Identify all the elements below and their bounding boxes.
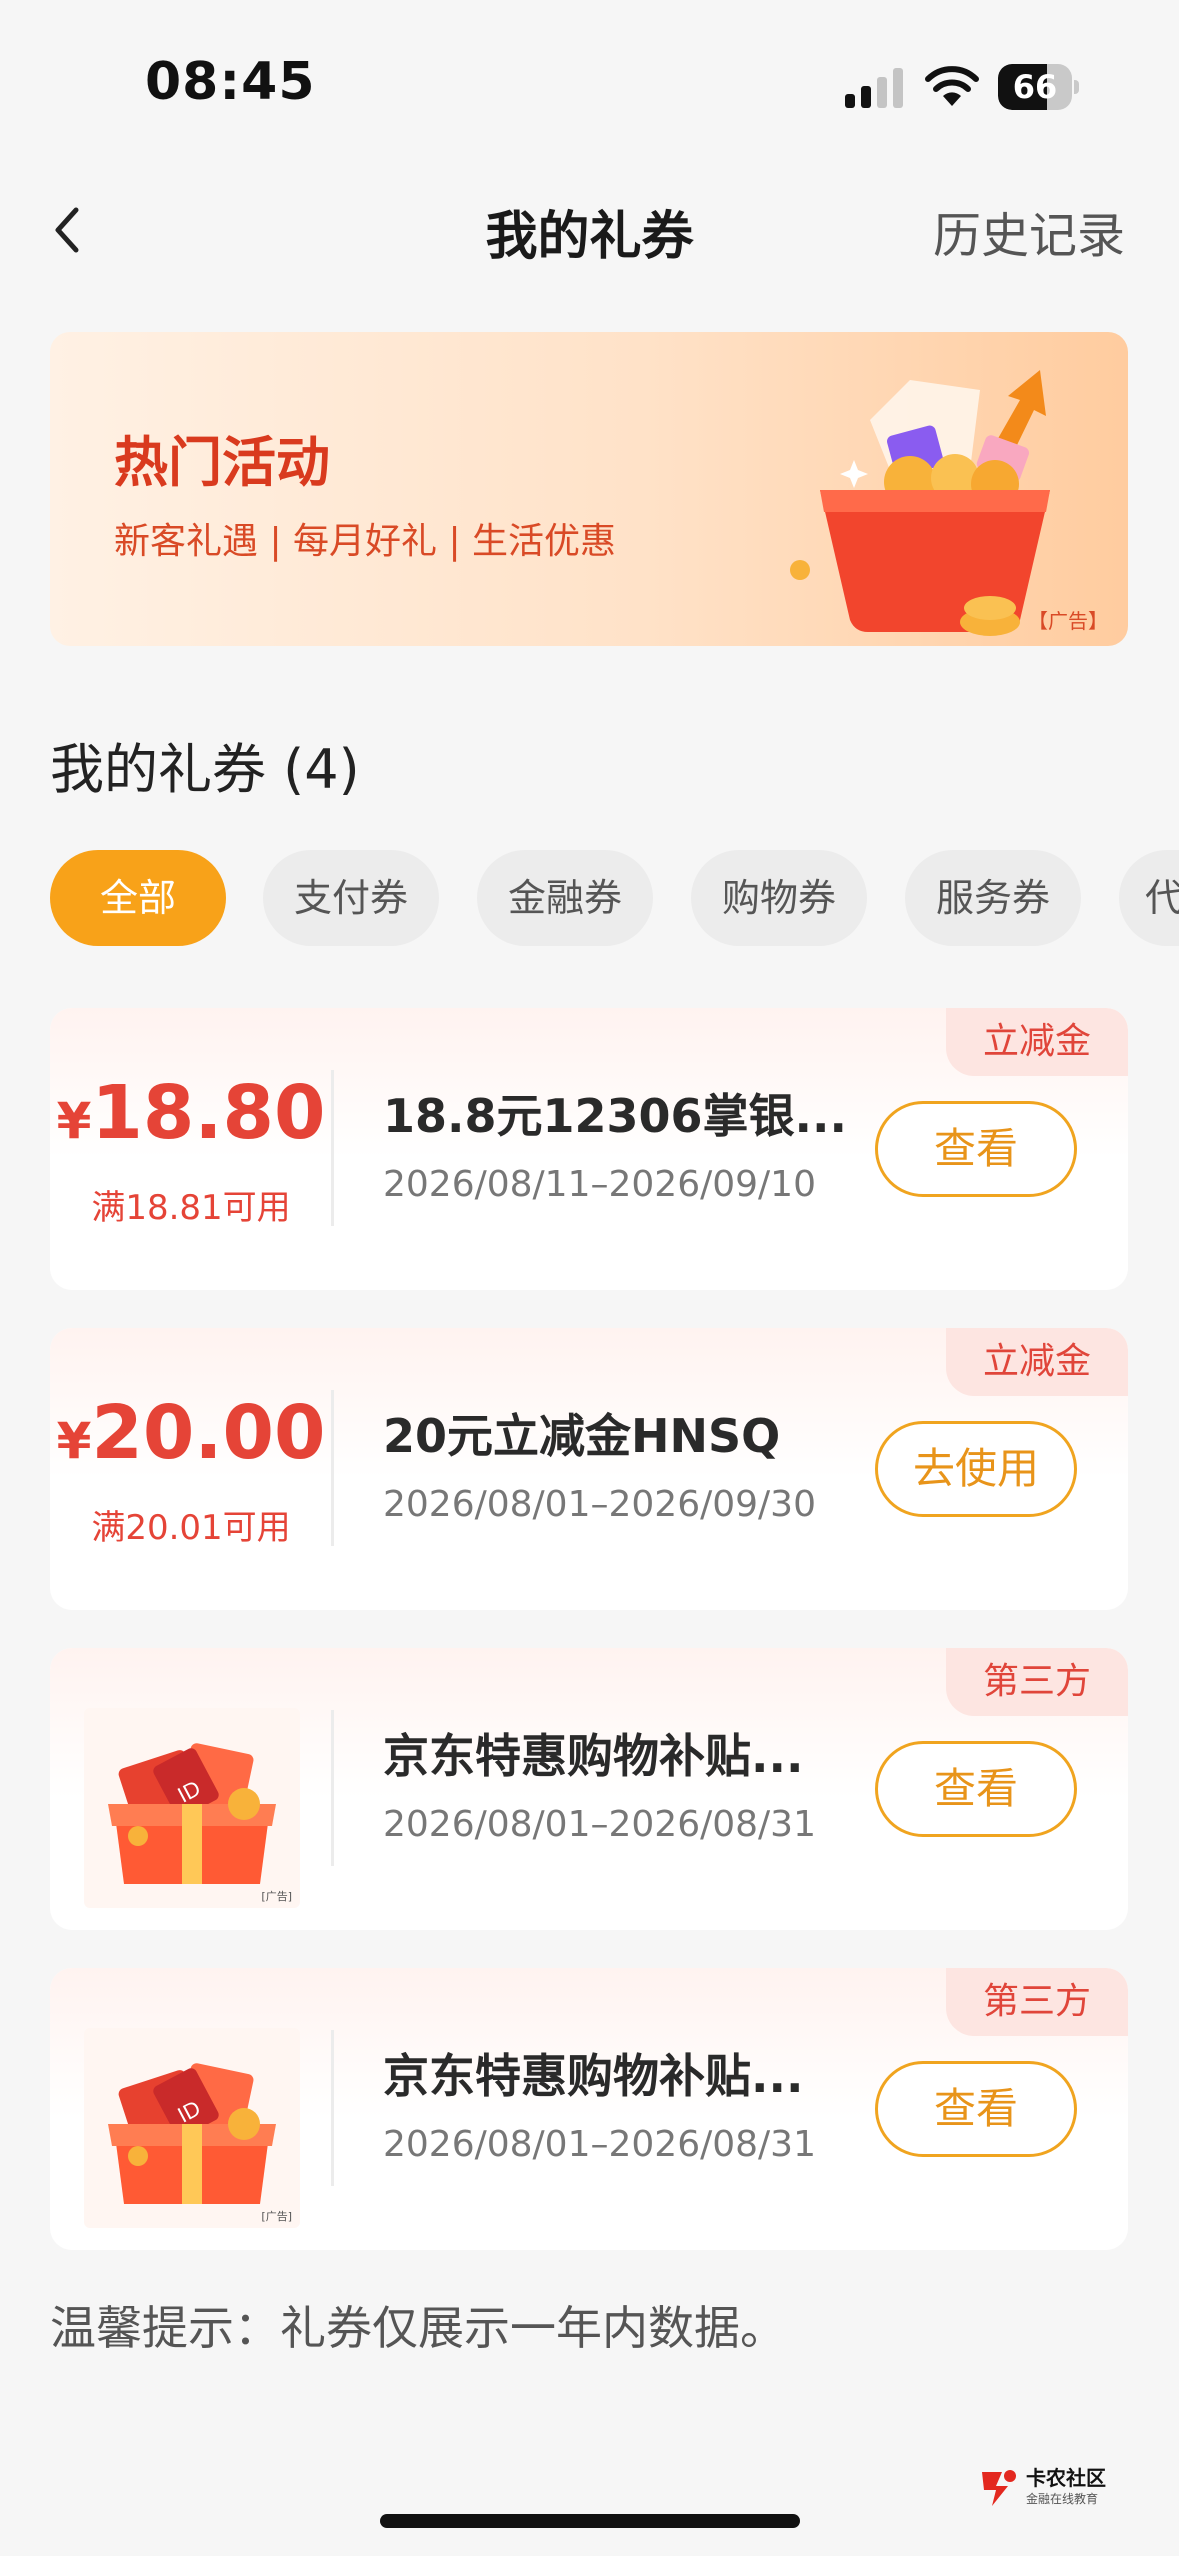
divider: [331, 1390, 334, 1546]
coupon-card[interactable]: 立减金 ¥18.80 满18.81可用 18.8元12306掌银... 2026…: [50, 1008, 1128, 1290]
coupon-condition: 满18.81可用: [91, 1188, 291, 1228]
watermark-subtext: 金融在线教育: [1026, 2492, 1099, 2506]
tab-payment[interactable]: 支付券: [263, 850, 439, 946]
battery-icon: 66: [998, 64, 1079, 110]
watermark-text: 卡农社区: [1026, 2466, 1106, 2490]
gift-box-icon: ID [广告]: [84, 2028, 300, 2228]
category-tabs: 全部 支付券 金融券 购物券 服务券 代: [50, 850, 1179, 946]
view-button[interactable]: 查看: [875, 2061, 1077, 2157]
coupon-validity: 2026/08/01–2026/08/31: [383, 1804, 816, 1845]
coupon-type-tag: 第三方: [946, 1968, 1128, 2036]
coupon-name: 京东特惠购物补贴...: [383, 1729, 804, 1783]
nav-bar: 我的礼券 历史记录: [0, 170, 1179, 290]
coupon-type-tag: 第三方: [946, 1648, 1128, 1716]
gift-basket-illustration-icon: [790, 370, 1050, 636]
tab-all[interactable]: 全部: [50, 850, 226, 946]
banner-subtitle: 新客礼遇 | 每月好礼 | 生活优惠: [114, 521, 617, 562]
history-records-link[interactable]: 历史记录: [933, 196, 1125, 266]
coupon-card[interactable]: 立减金 ¥20.00 满20.01可用 20元立减金HNSQ 2026/08/0…: [50, 1328, 1128, 1610]
coupon-validity: 2026/08/01–2026/09/30: [383, 1484, 816, 1525]
tab-service[interactable]: 服务券: [905, 850, 1081, 946]
tab-shopping[interactable]: 购物券: [691, 850, 867, 946]
use-button[interactable]: 去使用: [875, 1421, 1077, 1517]
divider: [331, 2030, 334, 2186]
divider: [331, 1070, 334, 1226]
gift-box-icon: ID [广告]: [84, 1708, 300, 1908]
home-indicator[interactable]: [380, 2514, 800, 2528]
promo-banner[interactable]: 热门活动 新客礼遇 | 每月好礼 | 生活优惠 【广告】: [50, 332, 1128, 646]
watermark-logo-icon: [982, 2470, 1016, 2506]
coupon-name: 京东特惠购物补贴...: [383, 2049, 804, 2103]
status-time: 08:45: [145, 52, 316, 112]
coupon-validity: 2026/08/11–2026/09/10: [383, 1164, 816, 1205]
coupon-type-tag: 立减金: [946, 1008, 1128, 1076]
wifi-icon: [925, 66, 979, 106]
coupon-card[interactable]: 第三方 ID [广告] 京东特惠购物补贴... 2026/08/01–2026/…: [50, 1648, 1128, 1930]
coupon-amount: ¥20.00: [56, 1390, 326, 1476]
divider: [331, 1710, 334, 1866]
coupon-type-tag: 立减金: [946, 1328, 1128, 1396]
coupon-name: 20元立减金HNSQ: [383, 1409, 781, 1463]
coupon-condition: 满20.01可用: [91, 1508, 291, 1548]
notice-tip: 温馨提示：礼券仅展示一年内数据。: [50, 2301, 786, 2355]
ad-label: 【广告】: [1028, 609, 1108, 633]
battery-level: 66: [1012, 68, 1058, 106]
coupon-name: 18.8元12306掌银...: [383, 1089, 847, 1143]
cellular-signal-icon: [845, 68, 903, 108]
view-button[interactable]: 查看: [875, 1101, 1077, 1197]
section-title: 我的礼券 (4): [50, 738, 360, 801]
image-ad-label: [广告]: [261, 2210, 292, 2223]
status-bar: 08:45 66: [0, 0, 1179, 150]
coupon-card[interactable]: 第三方 ID [广告] 京东特惠购物补贴... 2026/08/01–2026/…: [50, 1968, 1128, 2250]
coupon-validity: 2026/08/01–2026/08/31: [383, 2124, 816, 2165]
view-button[interactable]: 查看: [875, 1741, 1077, 1837]
image-ad-label: [广告]: [261, 1890, 292, 1903]
coupon-amount: ¥18.80: [56, 1070, 326, 1156]
banner-title: 热门活动: [114, 431, 330, 494]
community-watermark: 卡农社区 金融在线教育: [978, 2460, 1128, 2516]
tab-finance[interactable]: 金融券: [477, 850, 653, 946]
tab-more[interactable]: 代: [1119, 850, 1179, 946]
